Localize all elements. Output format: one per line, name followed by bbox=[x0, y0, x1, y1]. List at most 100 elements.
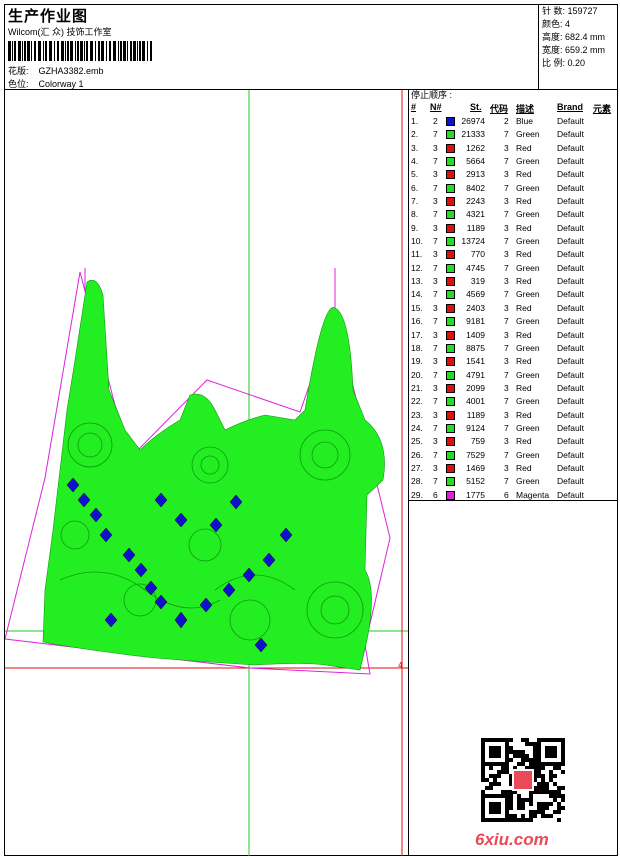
color-swatch bbox=[446, 383, 455, 393]
color-swatch bbox=[446, 437, 455, 447]
row-brand: Default bbox=[557, 476, 584, 487]
row-brand: Default bbox=[557, 249, 584, 260]
row-description: Green bbox=[516, 129, 540, 140]
watermark: 6xiu.com bbox=[475, 830, 549, 849]
row-brand: Default bbox=[557, 236, 584, 247]
color-swatch bbox=[446, 263, 455, 273]
color-swatch bbox=[446, 490, 455, 500]
row-code: 7 bbox=[504, 476, 509, 487]
row-description: Red bbox=[516, 169, 532, 180]
row-stitches: 4001 bbox=[466, 396, 485, 407]
row-needle: 3 bbox=[433, 409, 438, 420]
row-code: 7 bbox=[504, 262, 509, 273]
color-swatch bbox=[446, 143, 455, 153]
row-index: 12. bbox=[411, 262, 423, 273]
color-swatch bbox=[446, 477, 455, 487]
row-description: Green bbox=[516, 396, 540, 407]
row-needle: 7 bbox=[433, 316, 438, 327]
stop-row: 28. 7 5152 7 Green Default bbox=[409, 475, 617, 488]
row-code: 3 bbox=[504, 302, 509, 313]
row-brand: Default bbox=[557, 182, 584, 193]
row-description: Red bbox=[516, 222, 532, 233]
row-description: Red bbox=[516, 196, 532, 207]
color-swatch bbox=[446, 410, 455, 420]
row-needle: 7 bbox=[433, 422, 438, 433]
row-needle: 3 bbox=[433, 462, 438, 473]
row-stitches: 2403 bbox=[466, 302, 485, 313]
stop-sequence-rows: 1. 2 26974 2 Blue Default 2. 7 21333 7 Green Defaul… bbox=[409, 115, 617, 502]
stat-scale: 比 例: 0.20 bbox=[542, 58, 586, 68]
page-title: 生产作业图 bbox=[8, 8, 89, 25]
row-code: 3 bbox=[504, 196, 509, 207]
barcode bbox=[8, 41, 152, 61]
col-needle: N# bbox=[430, 102, 442, 112]
row-brand: Default bbox=[557, 462, 584, 473]
stop-row: 7. 3 2243 3 Red Default bbox=[409, 195, 617, 208]
stop-row: 25. 3 759 3 Red Default bbox=[409, 435, 617, 448]
row-description: Green bbox=[516, 422, 540, 433]
row-needle: 7 bbox=[433, 182, 438, 193]
row-code: 7 bbox=[504, 182, 509, 193]
row-needle: 3 bbox=[433, 436, 438, 447]
row-stitches: 770 bbox=[470, 249, 485, 260]
color-swatch bbox=[446, 197, 455, 207]
row-needle: 3 bbox=[433, 142, 438, 153]
row-description: Green bbox=[516, 209, 540, 220]
row-stitches: 319 bbox=[470, 276, 485, 287]
row-stitches: 2099 bbox=[466, 382, 485, 393]
row-stitches: 4569 bbox=[466, 289, 485, 300]
row-brand: Default bbox=[557, 396, 584, 407]
col-hash: # bbox=[411, 102, 417, 112]
stop-row: 8. 7 4321 7 Green Default bbox=[409, 208, 617, 221]
row-brand: Default bbox=[557, 342, 584, 353]
row-needle: 3 bbox=[433, 196, 438, 207]
row-needle: 3 bbox=[433, 382, 438, 393]
row-description: Green bbox=[516, 156, 540, 167]
row-index: 25. bbox=[411, 436, 423, 447]
row-needle: 7 bbox=[433, 396, 438, 407]
row-code: 7 bbox=[504, 422, 509, 433]
row-description: Green bbox=[516, 316, 540, 327]
color-swatch bbox=[446, 343, 455, 353]
row-index: 10. bbox=[411, 236, 423, 247]
stop-row: 21. 3 2099 3 Red Default bbox=[409, 382, 617, 395]
color-swatch bbox=[446, 317, 455, 327]
row-stitches: 1409 bbox=[466, 329, 485, 340]
row-needle: 7 bbox=[433, 476, 438, 487]
row-stitches: 759 bbox=[470, 436, 485, 447]
color-swatch bbox=[446, 170, 455, 180]
color-swatch bbox=[446, 183, 455, 193]
row-code: 3 bbox=[504, 222, 509, 233]
row-index: 9. bbox=[411, 222, 419, 233]
stop-row: 24. 7 9124 7 Green Default bbox=[409, 422, 617, 435]
svg-text:4: 4 bbox=[398, 661, 403, 670]
row-index: 18. bbox=[411, 342, 423, 353]
col-brand: Brand bbox=[557, 102, 584, 112]
row-needle: 2 bbox=[433, 116, 438, 126]
lace-pattern bbox=[42, 279, 385, 671]
row-code: 3 bbox=[504, 249, 509, 260]
row-needle: 7 bbox=[433, 129, 438, 140]
row-description: Green bbox=[516, 289, 540, 300]
row-index: 7. bbox=[411, 196, 419, 207]
row-index: 13. bbox=[411, 276, 423, 287]
row-brand: Default bbox=[557, 156, 584, 167]
row-index: 27. bbox=[411, 462, 423, 473]
row-description: Red bbox=[516, 436, 532, 447]
row-code: 3 bbox=[504, 409, 509, 420]
row-code: 7 bbox=[504, 129, 509, 140]
row-brand: Default bbox=[557, 382, 584, 393]
row-code: 7 bbox=[504, 289, 509, 300]
row-index: 28. bbox=[411, 476, 423, 487]
stop-row: 1. 2 26974 2 Blue Default bbox=[409, 115, 617, 128]
row-description: Red bbox=[516, 409, 532, 420]
qr-code bbox=[481, 738, 565, 822]
stop-row: 18. 7 8875 7 Green Default bbox=[409, 342, 617, 355]
colorway-value: Colorway 1 bbox=[38, 79, 84, 89]
row-needle: 7 bbox=[433, 209, 438, 220]
color-swatch bbox=[446, 157, 455, 167]
row-code: 7 bbox=[504, 449, 509, 460]
color-swatch bbox=[446, 117, 455, 126]
row-needle: 7 bbox=[433, 342, 438, 353]
row-brand: Default bbox=[557, 196, 584, 207]
